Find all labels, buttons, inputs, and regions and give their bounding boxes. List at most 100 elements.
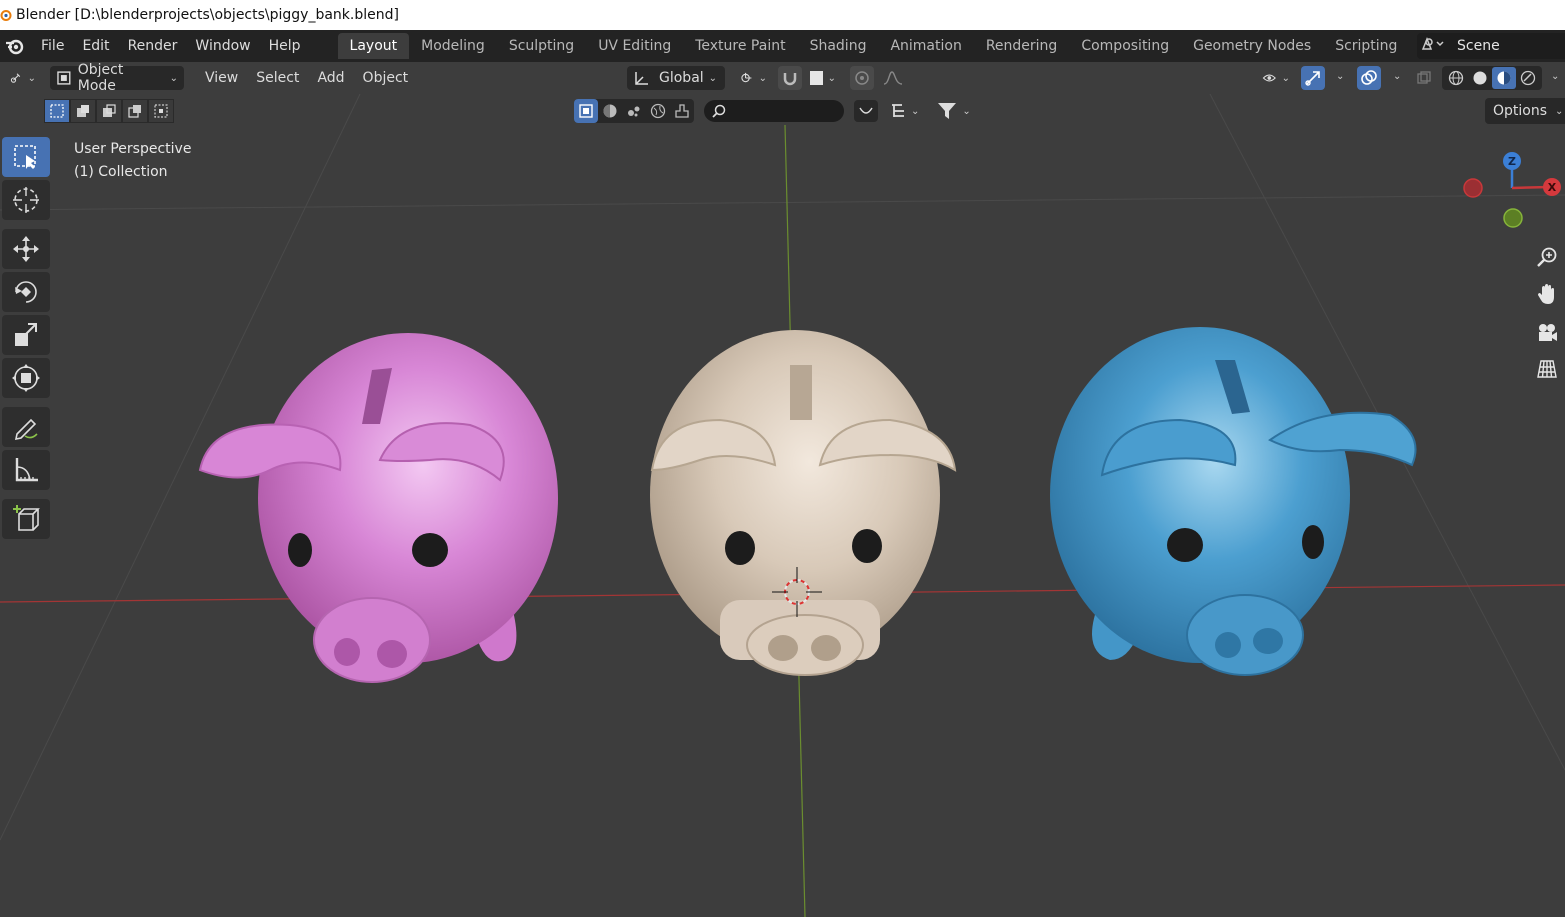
falloff-curve-icon (883, 71, 903, 85)
xray-icon (1417, 71, 1431, 84)
annotate-tool[interactable] (2, 407, 50, 447)
collection-label: (1) Collection (74, 164, 168, 180)
ortho-toggle-button[interactable] (1532, 354, 1562, 384)
menu-render[interactable]: Render (119, 38, 187, 54)
hand-icon (1538, 284, 1554, 304)
chevron-down-icon: ⌄ (758, 72, 767, 84)
piggy-pink[interactable] (198, 333, 558, 683)
gizmo-icon (1305, 71, 1320, 86)
tab-geometry-nodes[interactable]: Geometry Nodes (1181, 33, 1323, 59)
add-cube-icon (13, 505, 40, 531)
blender-menu-icon[interactable] (4, 35, 26, 57)
scene-selector[interactable]: Scene (1417, 33, 1565, 59)
gizmo-z-label: Z (1508, 155, 1516, 168)
wireframe-shading-button[interactable] (1444, 70, 1468, 86)
pivot-point-selector[interactable]: ⌄ (733, 66, 773, 90)
overlays-toggle[interactable] (1357, 66, 1381, 90)
tab-uv-editing[interactable]: UV Editing (586, 33, 683, 59)
menu-file[interactable]: File (32, 38, 73, 54)
viewport-canvas[interactable] (0, 94, 1565, 917)
zoom-button[interactable] (1532, 242, 1562, 272)
tab-scripting[interactable]: Scripting (1323, 33, 1409, 59)
blender-logo-icon (0, 10, 12, 21)
cursor-tool[interactable] (2, 180, 50, 220)
orientation-label: Global (659, 70, 704, 86)
eye-icon (1262, 74, 1276, 82)
camera-view-button[interactable] (1532, 317, 1562, 347)
editor-type-icon (10, 73, 21, 83)
tab-layout[interactable]: Layout (337, 33, 410, 59)
measure-tool[interactable] (2, 450, 50, 490)
tab-shading[interactable]: Shading (798, 33, 879, 59)
scale-icon (15, 323, 37, 346)
cursor-icon (13, 187, 39, 213)
select-box-icon (14, 145, 36, 169)
rotate-icon (15, 281, 37, 303)
viewport-info: User Perspective (1) Collection (74, 138, 191, 184)
tab-modeling[interactable]: Modeling (409, 33, 497, 59)
rotate-tool[interactable] (2, 272, 50, 312)
add-cube-tool[interactable] (2, 499, 50, 539)
transform-orientation-selector[interactable]: Global ⌄ (627, 66, 725, 90)
menu-add[interactable]: Add (308, 70, 353, 86)
navigation-gizmo[interactable]: Z X (1450, 140, 1565, 240)
transform-icon (12, 364, 40, 392)
tab-texture-paint[interactable]: Texture Paint (683, 33, 797, 59)
chevron-down-icon: ⌄ (827, 72, 836, 84)
piggy-blue[interactable] (1050, 327, 1417, 676)
chevron-down-icon[interactable]: ⌄ (1336, 71, 1344, 82)
mode-label: Object Mode (77, 62, 124, 94)
overlays-icon (1361, 70, 1377, 85)
piggy-cream[interactable] (650, 330, 957, 676)
pivot-icon (741, 72, 752, 83)
transform-tool[interactable] (2, 358, 50, 398)
top-menu-bar: File Edit Render Window Help Layout Mode… (0, 30, 1565, 62)
visibility-selector[interactable]: ⌄ (1256, 66, 1296, 90)
gizmo-x-label: X (1548, 181, 1557, 194)
menu-object[interactable]: Object (354, 70, 418, 86)
orientation-icon (635, 72, 648, 85)
window-title: Blender [D:\blenderprojects\objects\pigg… (16, 7, 399, 23)
perspective-label: User Perspective (74, 141, 192, 157)
menu-view[interactable]: View (196, 70, 247, 86)
pan-button[interactable] (1532, 279, 1562, 309)
chevron-down-icon: ⌄ (169, 72, 178, 84)
annotate-pen-icon (14, 418, 38, 441)
chevron-down-icon[interactable]: ⌄ (1551, 71, 1559, 82)
xray-toggle[interactable] (1414, 66, 1436, 90)
menu-window[interactable]: Window (186, 38, 259, 54)
solid-shading-button[interactable] (1468, 70, 1492, 86)
chevron-down-icon[interactable]: ⌄ (1393, 71, 1401, 82)
proportional-editing-toggle[interactable] (850, 66, 874, 90)
rendered-shading-button[interactable] (1516, 70, 1540, 86)
tab-sculpting[interactable]: Sculpting (497, 33, 586, 59)
scene-name: Scene (1457, 38, 1500, 54)
menu-help[interactable]: Help (260, 38, 310, 54)
material-preview-button[interactable] (1492, 67, 1516, 89)
tab-animation[interactable]: Animation (878, 33, 973, 59)
falloff-selector[interactable] (876, 66, 910, 90)
gizmo-toggle[interactable] (1301, 66, 1325, 90)
tab-compositing[interactable]: Compositing (1069, 33, 1181, 59)
editor-type-button[interactable]: ⌄ (4, 66, 42, 90)
menu-edit[interactable]: Edit (73, 38, 118, 54)
chevron-down-icon: ⌄ (27, 72, 36, 84)
solid-sphere-icon (1473, 71, 1487, 85)
menu-select[interactable]: Select (247, 70, 308, 86)
workspace-tabs: Layout Modeling Sculpting UV Editing Tex… (337, 33, 1445, 59)
viewport-header: ⌄ Object Mode ⌄ View Select Add Object G… (0, 62, 1565, 94)
measure-ruler-icon (15, 458, 38, 482)
select-box-tool[interactable] (2, 137, 50, 177)
tab-rendering[interactable]: Rendering (974, 33, 1070, 59)
shading-modes (1442, 66, 1542, 90)
snap-target-selector[interactable]: ⌄ (804, 66, 842, 90)
move-icon (13, 236, 39, 262)
chevron-down-icon: ⌄ (1281, 72, 1290, 84)
zoom-magnifier-icon (1537, 247, 1557, 267)
wireframe-icon (1448, 70, 1464, 86)
mode-selector[interactable]: Object Mode ⌄ (50, 62, 184, 94)
title-bar: Blender [D:\blenderprojects\objects\pigg… (0, 0, 1565, 30)
move-tool[interactable] (2, 229, 50, 269)
scale-tool[interactable] (2, 315, 50, 355)
snap-toggle[interactable] (778, 66, 802, 90)
